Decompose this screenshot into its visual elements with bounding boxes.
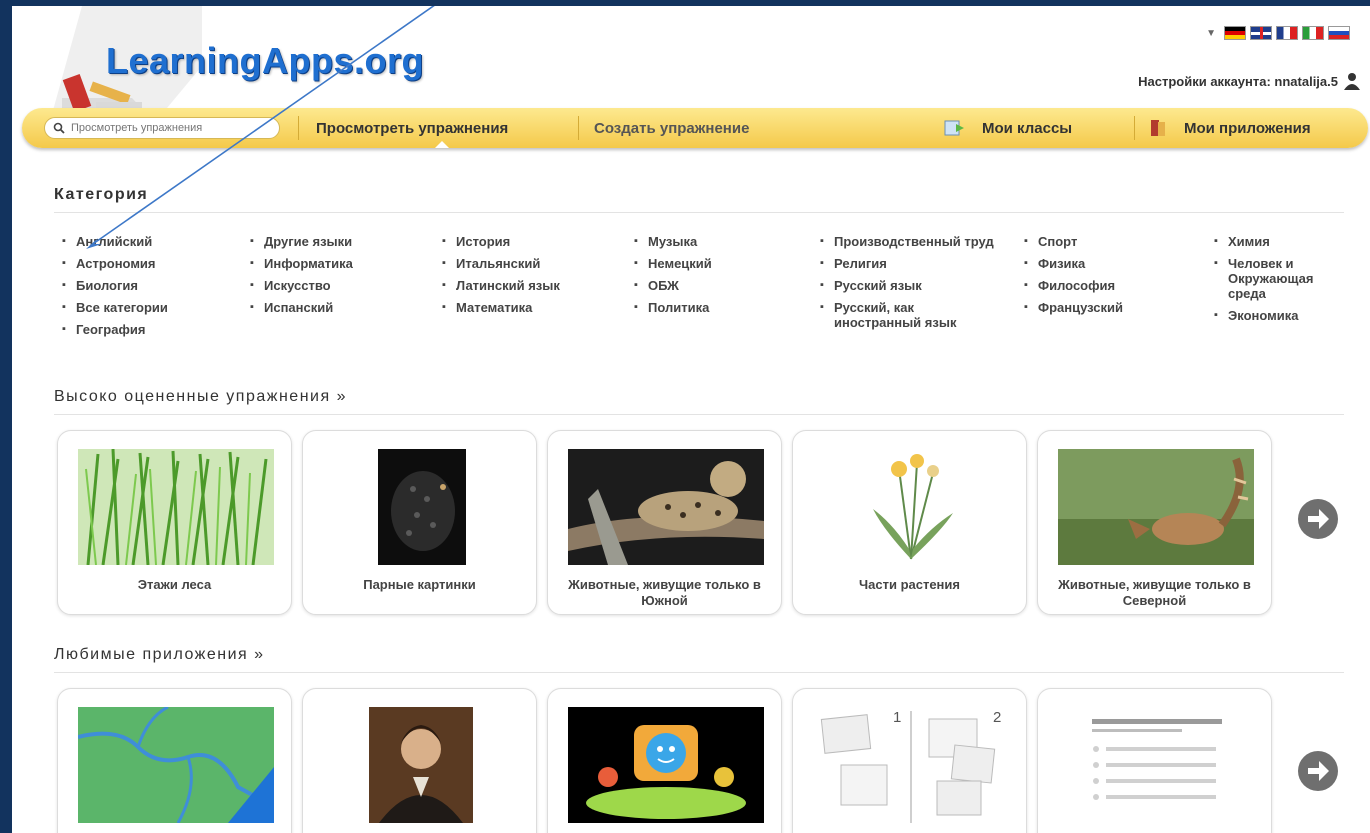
main-navbar: Просмотреть упражнения Создать упражнени…	[22, 108, 1368, 148]
coati-photo-image	[1058, 449, 1254, 565]
next-arrow-icon[interactable]	[1297, 498, 1339, 540]
text-list-diagram-image	[1058, 707, 1254, 823]
category-link[interactable]: Физика	[1022, 256, 1182, 271]
category-link[interactable]: Религия	[818, 256, 1003, 271]
pair-label-2: 2	[993, 709, 1002, 726]
hedgehog-photo-image	[323, 449, 519, 565]
nav-my-classes[interactable]: Мои классы	[982, 120, 1072, 137]
category-link[interactable]: ОБЖ	[632, 278, 802, 293]
flag-de-icon[interactable]	[1224, 26, 1246, 40]
divider	[54, 212, 1344, 213]
category-link[interactable]: Экономика	[1212, 308, 1352, 323]
app-card[interactable]	[57, 688, 292, 833]
exercise-card[interactable]: Парные картинки	[302, 430, 537, 615]
search-icon	[53, 122, 65, 134]
classes-icon[interactable]	[944, 118, 966, 138]
category-link[interactable]: Политика	[632, 300, 802, 315]
top-rated-list: Этажи леса Парные картинки Животные, жив…	[57, 430, 1272, 615]
cartoon-tv-image	[568, 707, 764, 823]
grass-photo-image	[78, 449, 274, 565]
category-link[interactable]: География	[60, 322, 230, 337]
app-card[interactable]: 1 2	[792, 688, 1027, 833]
category-column: Производственный труд Религия Русский яз…	[818, 234, 1003, 337]
category-link[interactable]: Другие языки	[248, 234, 418, 249]
card-title[interactable]: Животные, живущие только в Северной	[1048, 577, 1261, 609]
divider	[54, 672, 1344, 673]
flag-gb-icon[interactable]	[1250, 26, 1272, 40]
category-link[interactable]: Астрономия	[60, 256, 230, 271]
pair-matching-diagram-image	[813, 707, 1009, 823]
category-link[interactable]: Философия	[1022, 278, 1182, 293]
chevron-down-icon[interactable]: ▼	[1206, 28, 1216, 39]
category-link[interactable]: Русский язык	[818, 278, 1003, 293]
category-link[interactable]: Спорт	[1022, 234, 1182, 249]
user-icon[interactable]	[1344, 72, 1360, 90]
categories-heading: Категория	[54, 186, 149, 203]
category-link[interactable]: Информатика	[248, 256, 418, 271]
top-rated-heading[interactable]: Высоко оцененные упражнения »	[54, 388, 347, 406]
category-link[interactable]: Итальянский	[440, 256, 610, 271]
card-title[interactable]: Этажи леса	[68, 577, 281, 593]
next-arrow-icon[interactable]	[1297, 750, 1339, 792]
page: LearningApps.org ▼ Настройки аккаунта: n…	[12, 6, 1370, 833]
category-column: Химия Человек и Окружающая среда Экономи…	[1212, 234, 1352, 330]
category-link[interactable]: Все категории	[60, 300, 230, 315]
nav-divider	[578, 116, 579, 140]
active-tab-caret	[435, 141, 449, 148]
nav-create-exercise[interactable]: Создать упражнение	[594, 120, 749, 137]
logo-text[interactable]: LearningApps.org	[106, 40, 424, 82]
pair-label-1: 1	[893, 709, 902, 726]
category-link[interactable]: Химия	[1212, 234, 1352, 249]
search-input[interactable]	[69, 121, 263, 135]
category-column: Музыка Немецкий ОБЖ Политика	[632, 234, 802, 322]
portrait-painting-image	[323, 707, 519, 823]
category-link[interactable]: Английский	[60, 234, 230, 249]
divider	[54, 414, 1344, 415]
app-card[interactable]	[547, 688, 782, 833]
dandelion-drawing-image	[813, 449, 1009, 565]
language-selector[interactable]: ▼	[1206, 26, 1350, 40]
category-link[interactable]: Французский	[1022, 300, 1182, 315]
search-box[interactable]	[44, 117, 280, 139]
category-column: Английский Астрономия Биология Все катег…	[60, 234, 230, 344]
nav-my-apps[interactable]: Мои приложения	[1184, 120, 1311, 137]
exercise-card[interactable]: Этажи леса	[57, 430, 292, 615]
account-label[interactable]: Настройки аккаунта: nnatalija.5	[1138, 74, 1338, 89]
nav-divider	[1134, 116, 1135, 140]
exercise-card[interactable]: Части растения	[792, 430, 1027, 615]
category-link[interactable]: Испанский	[248, 300, 418, 315]
card-title[interactable]: Части растения	[803, 577, 1016, 593]
favorite-apps-heading[interactable]: Любимые приложения »	[54, 646, 265, 664]
category-link[interactable]: Человек и Окружающая среда	[1212, 256, 1352, 301]
account-settings-link[interactable]: Настройки аккаунта: nnatalija.5	[1138, 72, 1360, 90]
nav-browse-exercises[interactable]: Просмотреть упражнения	[316, 120, 508, 137]
app-card[interactable]	[1037, 688, 1272, 833]
nav-divider	[298, 116, 299, 140]
flag-ru-icon[interactable]	[1328, 26, 1350, 40]
exercise-card[interactable]: Животные, живущие только в Южной	[547, 430, 782, 615]
category-column: История Итальянский Латинский язык Матем…	[440, 234, 610, 322]
category-link[interactable]: Биология	[60, 278, 230, 293]
category-link[interactable]: Математика	[440, 300, 610, 315]
flag-fr-icon[interactable]	[1276, 26, 1298, 40]
card-title[interactable]: Животные, живущие только в Южной	[558, 577, 771, 609]
category-link[interactable]: Латинский язык	[440, 278, 610, 293]
card-title[interactable]: Парные картинки	[313, 577, 526, 593]
category-link[interactable]: История	[440, 234, 610, 249]
ocelot-photo-image	[568, 449, 764, 565]
exercise-card[interactable]: Животные, живущие только в Северной	[1037, 430, 1272, 615]
category-link[interactable]: Производственный труд	[818, 234, 1003, 249]
flag-it-icon[interactable]	[1302, 26, 1324, 40]
river-map-image	[78, 707, 274, 823]
apps-icon[interactable]	[1148, 118, 1170, 138]
category-column: Другие языки Информатика Искусство Испан…	[248, 234, 418, 322]
app-card[interactable]	[302, 688, 537, 833]
favorite-apps-list: 1 2	[57, 688, 1272, 833]
category-column: Спорт Физика Философия Французский	[1022, 234, 1182, 322]
category-link[interactable]: Музыка	[632, 234, 802, 249]
category-link[interactable]: Русский, как иностранный язык	[818, 300, 1003, 330]
category-link[interactable]: Немецкий	[632, 256, 802, 271]
category-link[interactable]: Искусство	[248, 278, 418, 293]
